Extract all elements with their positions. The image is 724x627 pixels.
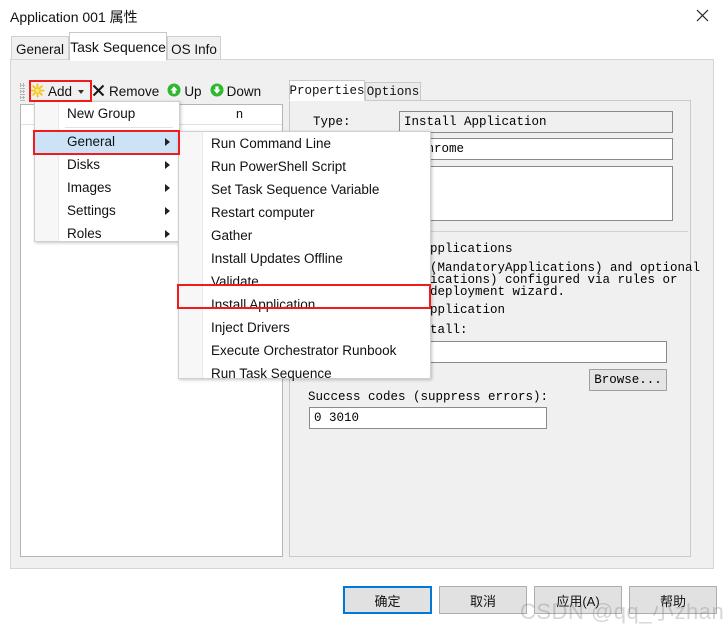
title-bar: Application 001 属性 (0, 0, 724, 31)
menu-item-roles[interactable]: Roles (35, 222, 179, 245)
menu-item-settings[interactable]: Settings (35, 199, 179, 222)
cancel-button[interactable]: 取消 (439, 586, 527, 614)
menu-item-new-group[interactable]: New Group (35, 102, 179, 125)
success-codes-input[interactable]: 0 3010 (309, 407, 547, 429)
browse-button[interactable]: Browse... (589, 369, 667, 391)
submenu-item-execute-orchestrator-runbook[interactable]: Execute Orchestrator Runbook (179, 339, 430, 362)
green-up-arrow-icon (167, 83, 181, 100)
window-title: Application 001 属性 (10, 9, 138, 25)
submenu-item-restart-computer[interactable]: Restart computer (179, 201, 430, 224)
application-to-install-label: tall: (430, 323, 468, 337)
properties-tab-strip: Properties Options (289, 80, 691, 101)
submenu-item-validate[interactable]: Validate (179, 270, 430, 293)
submenu-item-install-application[interactable]: Install Application (179, 293, 430, 316)
comments-textarea[interactable] (399, 166, 673, 221)
type-label: Type: (313, 115, 351, 129)
x-remove-icon (92, 84, 105, 100)
menu-separator (65, 127, 173, 128)
add-dropdown-menu[interactable]: New Group General Disks Images Settings … (34, 101, 180, 242)
green-down-arrow-icon (210, 83, 224, 100)
chevron-right-icon (165, 206, 170, 215)
general-submenu[interactable]: Run Command Line Run PowerShell Script S… (178, 131, 431, 381)
tab-strip: General Task Sequence OS Info (0, 31, 724, 61)
ok-button[interactable]: 确定 (343, 586, 432, 614)
submenu-item-gather[interactable]: Gather (179, 224, 430, 247)
remove-button[interactable]: Remove (88, 80, 163, 103)
menu-item-disks-label: Disks (67, 157, 100, 172)
submenu-item-inject-drivers[interactable]: Inject Drivers (179, 316, 430, 339)
submenu-item-run-command-line[interactable]: Run Command Line (179, 132, 430, 155)
starburst-add-icon (30, 82, 45, 101)
menu-item-roles-label: Roles (67, 226, 102, 241)
help-button[interactable]: 帮助 (629, 586, 717, 614)
install-multiple-note-3: deployment wizard. (430, 285, 566, 299)
tree-header-label: n (236, 107, 243, 121)
install-single-radio-label[interactable]: pplication (430, 303, 505, 317)
tab-general[interactable]: General (11, 36, 69, 61)
menu-item-general[interactable]: General (35, 130, 179, 153)
add-button-label: Add (48, 84, 73, 99)
success-codes-label: Success codes (suppress errors): (308, 390, 549, 404)
remove-button-label: Remove (109, 84, 160, 99)
chevron-right-icon (165, 229, 170, 238)
chevron-down-icon[interactable] (78, 89, 85, 94)
submenu-item-set-task-sequence-variable[interactable]: Set Task Sequence Variable (179, 178, 430, 201)
install-multiple-radio-label[interactable]: pplications (430, 242, 513, 256)
menu-item-general-label: General (67, 134, 116, 149)
tab-properties[interactable]: Properties (289, 80, 365, 101)
move-down-label: Down (226, 84, 262, 99)
move-up-label: Up (184, 84, 202, 99)
chevron-right-icon (165, 183, 170, 192)
toolbar-grip (20, 82, 25, 101)
close-icon (696, 9, 709, 22)
move-down-button[interactable]: Down (206, 80, 266, 103)
menu-item-images-label: Images (67, 180, 112, 195)
type-value: Install Application (399, 111, 673, 133)
submenu-item-install-updates-offline[interactable]: Install Updates Offline (179, 247, 430, 270)
chevron-right-icon (165, 137, 170, 146)
tab-options[interactable]: Options (365, 82, 421, 101)
tab-os-info[interactable]: OS Info (167, 36, 221, 61)
menu-item-images[interactable]: Images (35, 176, 179, 199)
chevron-right-icon (165, 160, 170, 169)
move-up-button[interactable]: Up (163, 80, 205, 103)
submenu-item-run-task-sequence[interactable]: Run Task Sequence (179, 362, 430, 385)
submenu-item-run-powershell-script[interactable]: Run PowerShell Script (179, 155, 430, 178)
name-input[interactable]: l Chrome (399, 138, 673, 160)
menu-item-settings-label: Settings (67, 203, 116, 218)
apply-button[interactable]: 应用(A) (534, 586, 622, 614)
close-button[interactable] (680, 0, 724, 31)
tab-task-sequence[interactable]: Task Sequence (69, 32, 167, 61)
menu-item-disks[interactable]: Disks (35, 153, 179, 176)
